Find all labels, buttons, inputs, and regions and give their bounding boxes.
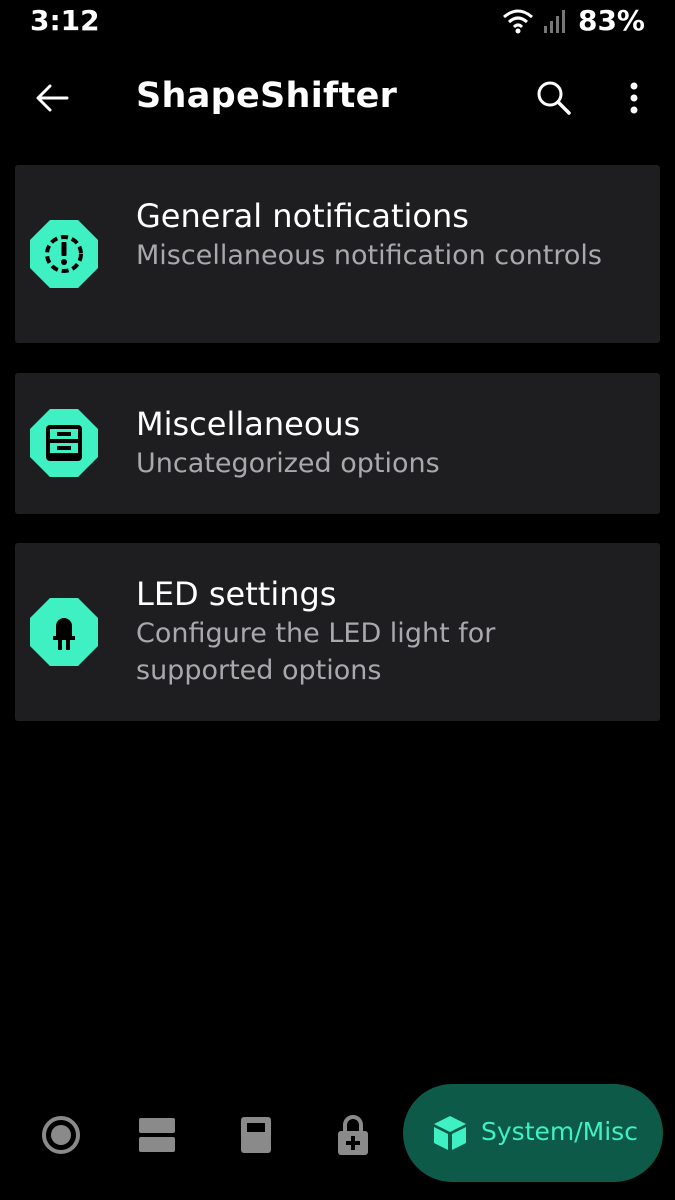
card-text: Miscellaneous Uncategorized options (136, 403, 630, 482)
inbox-tray-icon (30, 409, 98, 477)
notification-alert-icon (30, 220, 98, 288)
bottom-navigation: System/Misc (0, 1080, 675, 1190)
card-led-settings[interactable]: LED settings Configure the LED light for… (15, 543, 660, 721)
battery-percent: 83% (577, 4, 645, 37)
signal-icon (543, 9, 565, 33)
card-subtitle: Configure the LED light for supported op… (136, 618, 496, 686)
app-bar: ShapeShifter (0, 62, 675, 132)
card-title: General notifications (136, 197, 469, 235)
status-icons: 83% (502, 4, 645, 37)
back-arrow-icon (36, 84, 69, 112)
more-options-button[interactable] (612, 76, 656, 120)
search-button[interactable] (530, 76, 578, 120)
nav-item-4[interactable] (328, 1110, 378, 1160)
nav-item-1[interactable] (36, 1110, 86, 1160)
nav-item-3[interactable] (231, 1110, 281, 1160)
more-vert-icon (630, 82, 638, 114)
status-bar: 3:12 83% (0, 0, 675, 44)
led-icon (30, 598, 98, 666)
card-text: General notifications Miscellaneous noti… (136, 195, 630, 274)
radio-circle-icon (42, 1116, 80, 1154)
page-title: ShapeShifter (136, 76, 398, 116)
split-panels-icon (139, 1118, 175, 1152)
wifi-icon (502, 9, 533, 33)
status-time: 3:12 (30, 4, 100, 37)
search-icon (537, 81, 571, 115)
card-subtitle: Uncategorized options (136, 448, 440, 479)
card-text: LED settings Configure the LED light for… (136, 573, 630, 689)
card-general-notifications[interactable]: General notifications Miscellaneous noti… (15, 165, 660, 343)
card-title: Miscellaneous (136, 405, 361, 443)
lock-add-icon (338, 1115, 368, 1155)
nav-item-2[interactable] (132, 1110, 182, 1160)
back-button[interactable] (28, 76, 76, 120)
cube-icon (434, 1116, 466, 1150)
card-subtitle: Miscellaneous notification controls (136, 240, 602, 271)
nav-system-label: System/Misc (481, 1117, 638, 1146)
card-miscellaneous[interactable]: Miscellaneous Uncategorized options (15, 373, 660, 514)
nav-item-system-misc[interactable]: System/Misc (403, 1084, 663, 1182)
calculator-icon (241, 1117, 271, 1153)
card-title: LED settings (136, 575, 337, 613)
